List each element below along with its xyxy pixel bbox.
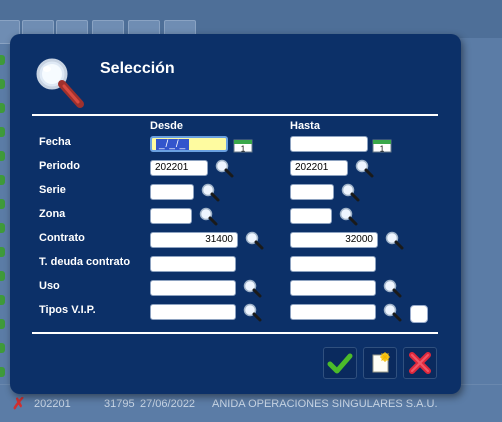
fecha-from-input[interactable]: _/_/_ xyxy=(150,136,228,152)
bottom-separator xyxy=(32,332,438,334)
svg-text:1: 1 xyxy=(241,145,246,154)
tipo-deuda-label: T. deuda contrato xyxy=(39,256,131,268)
search-icon[interactable] xyxy=(198,206,218,226)
zona-from-input[interactable] xyxy=(150,208,192,224)
serie-from-input[interactable] xyxy=(150,184,194,200)
clear-form-button[interactable] xyxy=(363,347,397,379)
column-from-header: Desde xyxy=(150,120,184,132)
contrato-label: Contrato xyxy=(39,232,85,244)
serie-label: Serie xyxy=(39,184,66,196)
tipos-vip-label: Tipos V.I.P. xyxy=(39,304,96,316)
search-icon[interactable] xyxy=(214,158,234,178)
new-document-icon xyxy=(372,352,390,373)
tipo-deuda-to-input[interactable] xyxy=(290,256,376,272)
search-icon[interactable] xyxy=(382,278,402,298)
fecha-to-input[interactable] xyxy=(290,136,368,152)
cancel-button[interactable] xyxy=(403,347,437,379)
search-icon[interactable] xyxy=(340,182,360,202)
dialog-title: Selección xyxy=(100,60,175,77)
search-icon[interactable] xyxy=(384,230,404,250)
tipos-vip-from-input[interactable] xyxy=(150,304,236,320)
search-icon[interactable] xyxy=(338,206,358,226)
tipo-deuda-from-input[interactable] xyxy=(150,256,236,272)
magnifier-icon xyxy=(36,58,84,108)
column-to-header: Hasta xyxy=(290,120,320,132)
uso-to-input[interactable] xyxy=(290,280,376,296)
tipos-vip-to-input[interactable] xyxy=(290,304,376,320)
contrato-to-input[interactable]: 32000 xyxy=(290,232,378,248)
checkmark-icon xyxy=(327,353,353,374)
search-icon[interactable] xyxy=(242,278,262,298)
accept-button[interactable] xyxy=(323,347,357,379)
background-list-row[interactable]: ✗ 202201 31795 27/06/2022 ANIDA OPERACIO… xyxy=(0,394,502,414)
search-icon[interactable] xyxy=(382,302,402,322)
calendar-icon[interactable]: 1 xyxy=(372,137,392,153)
row-date: 27/06/2022 xyxy=(140,398,196,410)
top-separator xyxy=(32,114,438,116)
search-icon[interactable] xyxy=(242,302,262,322)
search-icon[interactable] xyxy=(354,158,374,178)
fecha-from-value: _/_/_ xyxy=(156,139,190,150)
search-icon[interactable] xyxy=(200,182,220,202)
serie-to-input[interactable] xyxy=(290,184,334,200)
search-icon[interactable] xyxy=(244,230,264,250)
fecha-label: Fecha xyxy=(39,136,71,148)
uso-from-input[interactable] xyxy=(150,280,236,296)
row-period: 202201 xyxy=(34,398,71,410)
row-number: 31795 xyxy=(104,398,135,410)
periodo-from-input[interactable]: 202201 xyxy=(150,160,208,176)
close-icon xyxy=(409,352,431,374)
svg-text:1: 1 xyxy=(380,145,385,154)
background-toolbar xyxy=(0,0,502,44)
calendar-icon[interactable]: 1 xyxy=(233,137,253,153)
zona-label: Zona xyxy=(39,208,66,220)
vip-checkbox[interactable] xyxy=(410,305,428,323)
selection-dialog: Selección Desde Hasta Fecha _/_/_ 1 1 Pe… xyxy=(10,34,461,394)
periodo-label: Periodo xyxy=(39,160,80,172)
periodo-to-input[interactable]: 202201 xyxy=(290,160,348,176)
delete-icon: ✗ xyxy=(12,396,26,413)
row-name: ANIDA OPERACIONES SINGULARES S.A.U. xyxy=(212,398,438,410)
zona-to-input[interactable] xyxy=(290,208,332,224)
uso-label: Uso xyxy=(39,280,60,292)
contrato-from-input[interactable]: 31400 xyxy=(150,232,238,248)
